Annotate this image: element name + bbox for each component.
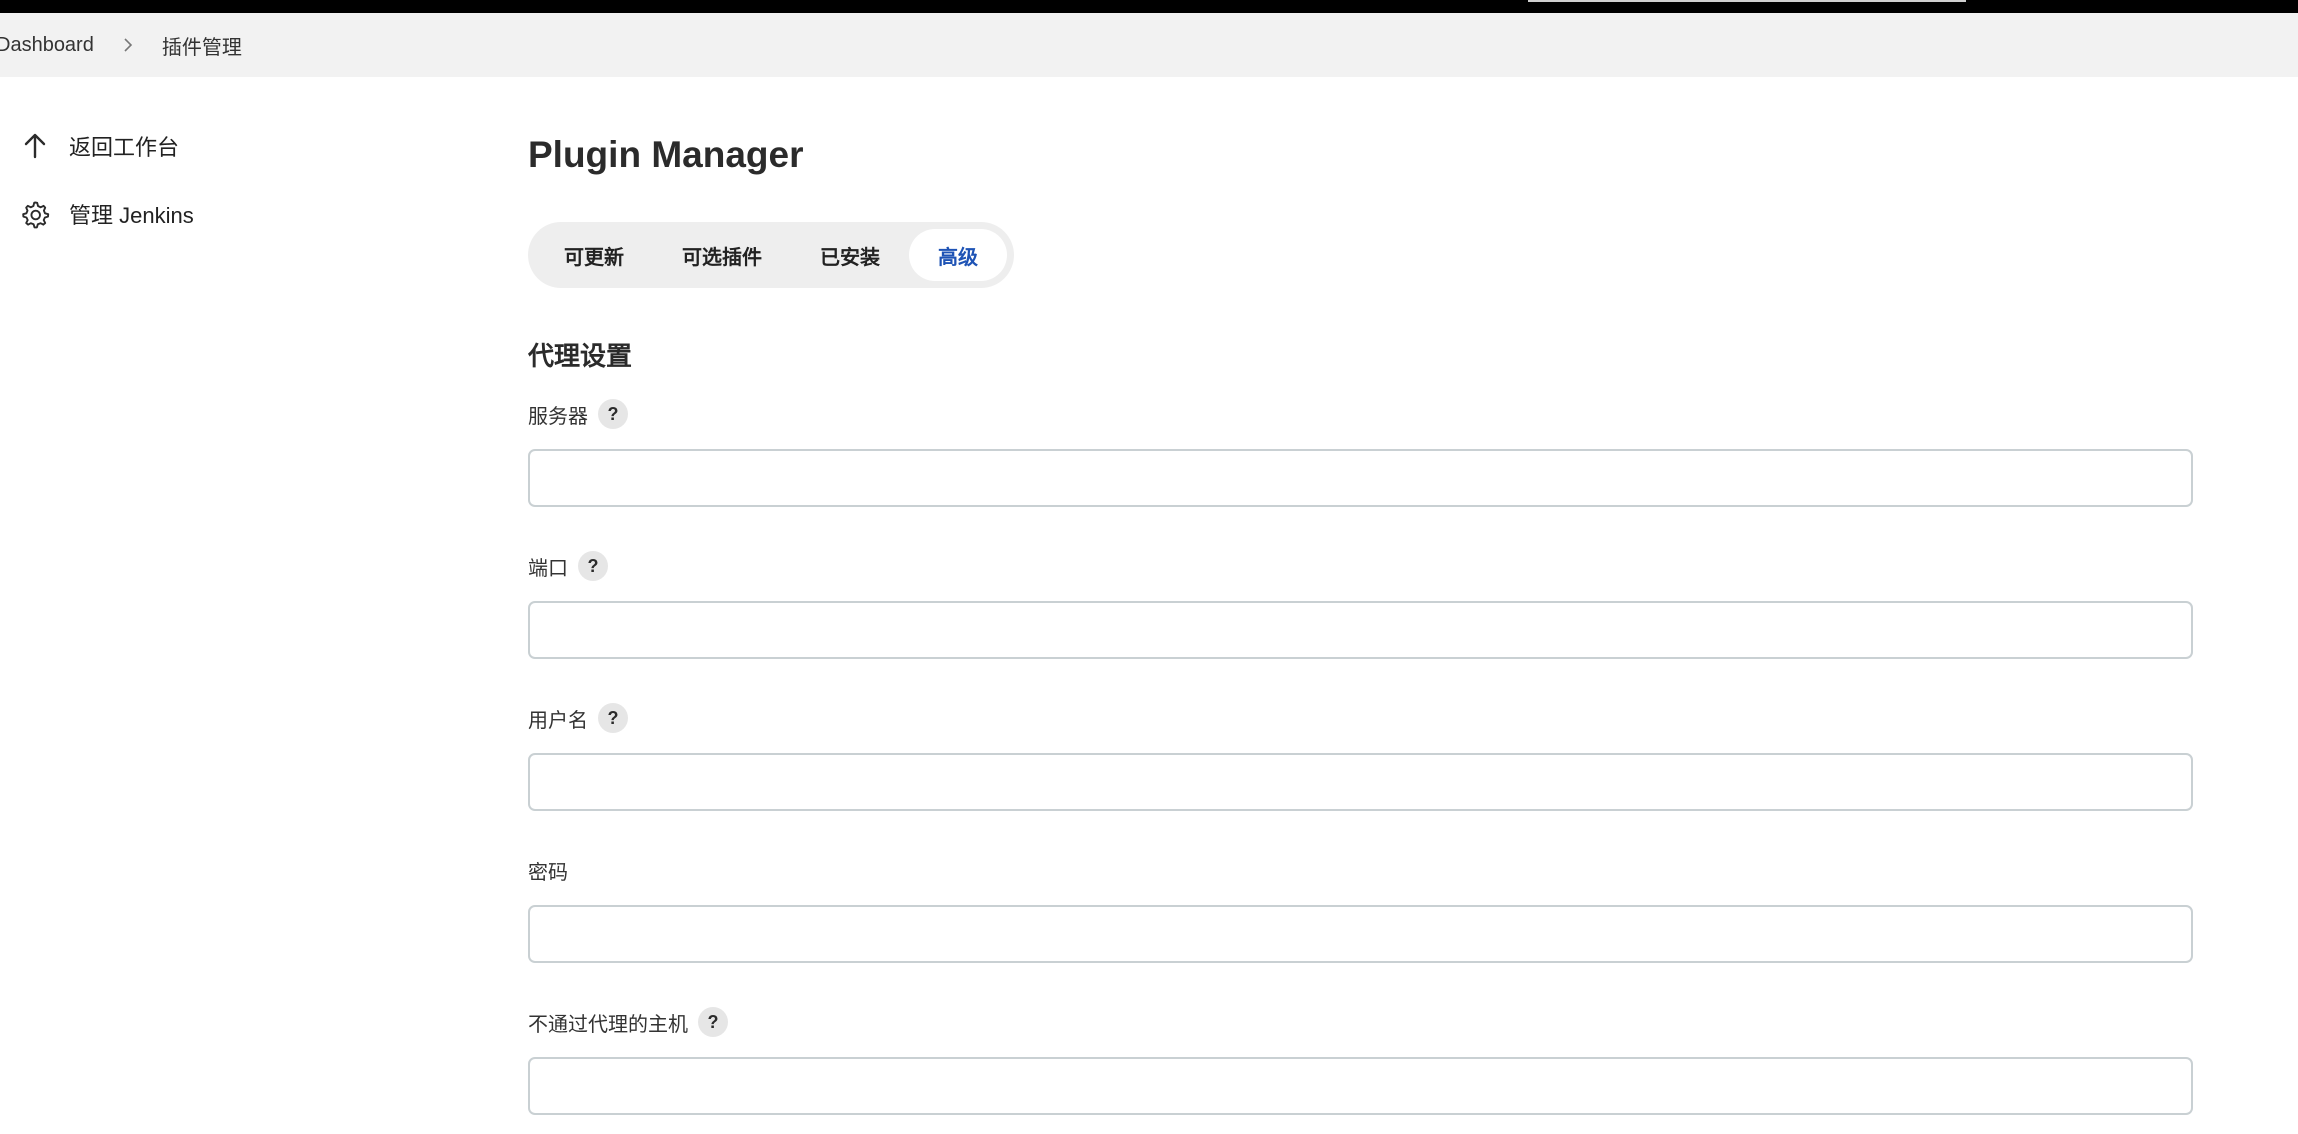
field-password: 密码 [528, 855, 2194, 963]
field-label-port: 端口 [528, 557, 568, 580]
tab-updates[interactable]: 可更新 [535, 229, 653, 281]
help-icon[interactable]: ? [578, 551, 608, 581]
field-username: 用户名 ? [528, 703, 2194, 811]
username-input[interactable] [528, 753, 2193, 811]
field-no-proxy-hosts: 不通过代理的主机 ? [528, 1007, 2194, 1115]
help-icon[interactable]: ? [598, 703, 628, 733]
sidebar-item-back-to-dashboard[interactable]: 返回工作台 [0, 120, 400, 172]
tab-bar: 可更新 可选插件 已安装 高级 [528, 222, 1014, 288]
port-input[interactable] [528, 601, 2193, 659]
field-port: 端口 ? [528, 551, 2194, 659]
tab-advanced[interactable]: 高级 [909, 229, 1007, 281]
field-label-username: 用户名 [528, 709, 588, 732]
sidebar-item-manage-jenkins[interactable]: 管理 Jenkins [0, 188, 400, 240]
main-content: Plugin Manager 可更新 可选插件 已安装 高级 代理设置 服务器 … [528, 120, 2194, 1134]
page-title: Plugin Manager [528, 134, 804, 175]
password-input[interactable] [528, 905, 2193, 963]
sidebar-item-label: 返回工作台 [69, 135, 180, 160]
breadcrumb-dashboard-link[interactable]: Dashboard [0, 34, 94, 57]
no-proxy-hosts-input[interactable] [528, 1057, 2193, 1115]
help-icon[interactable]: ? [698, 1007, 728, 1037]
field-label-server: 服务器 [528, 405, 588, 428]
search-box-edge[interactable] [1528, 0, 1966, 2]
arrow-up-icon [18, 129, 52, 163]
help-icon[interactable]: ? [598, 399, 628, 429]
tab-available-plugins[interactable]: 可选插件 [653, 229, 791, 281]
gear-icon [18, 197, 52, 231]
proxy-form: 服务器 ? 端口 ? 用户名 ? 密码 不通过代理的主机 ? [528, 374, 2194, 1134]
breadcrumb-plugin-manager-link[interactable]: 插件管理 [162, 31, 242, 60]
server-input[interactable] [528, 449, 2193, 507]
top-header-bar [0, 0, 2298, 13]
field-label-password: 密码 [528, 861, 568, 884]
section-title-proxy-settings: 代理设置 [528, 341, 633, 371]
tab-installed[interactable]: 已安装 [791, 229, 909, 281]
chevron-right-icon[interactable] [116, 33, 140, 57]
sidebar-item-label: 管理 Jenkins [69, 203, 194, 228]
field-label-no-proxy-hosts: 不通过代理的主机 [528, 1013, 688, 1036]
breadcrumb: Dashboard 插件管理 [0, 13, 2298, 77]
field-server: 服务器 ? [528, 399, 2194, 507]
sidebar: 返回工作台 管理 Jenkins [0, 120, 400, 256]
